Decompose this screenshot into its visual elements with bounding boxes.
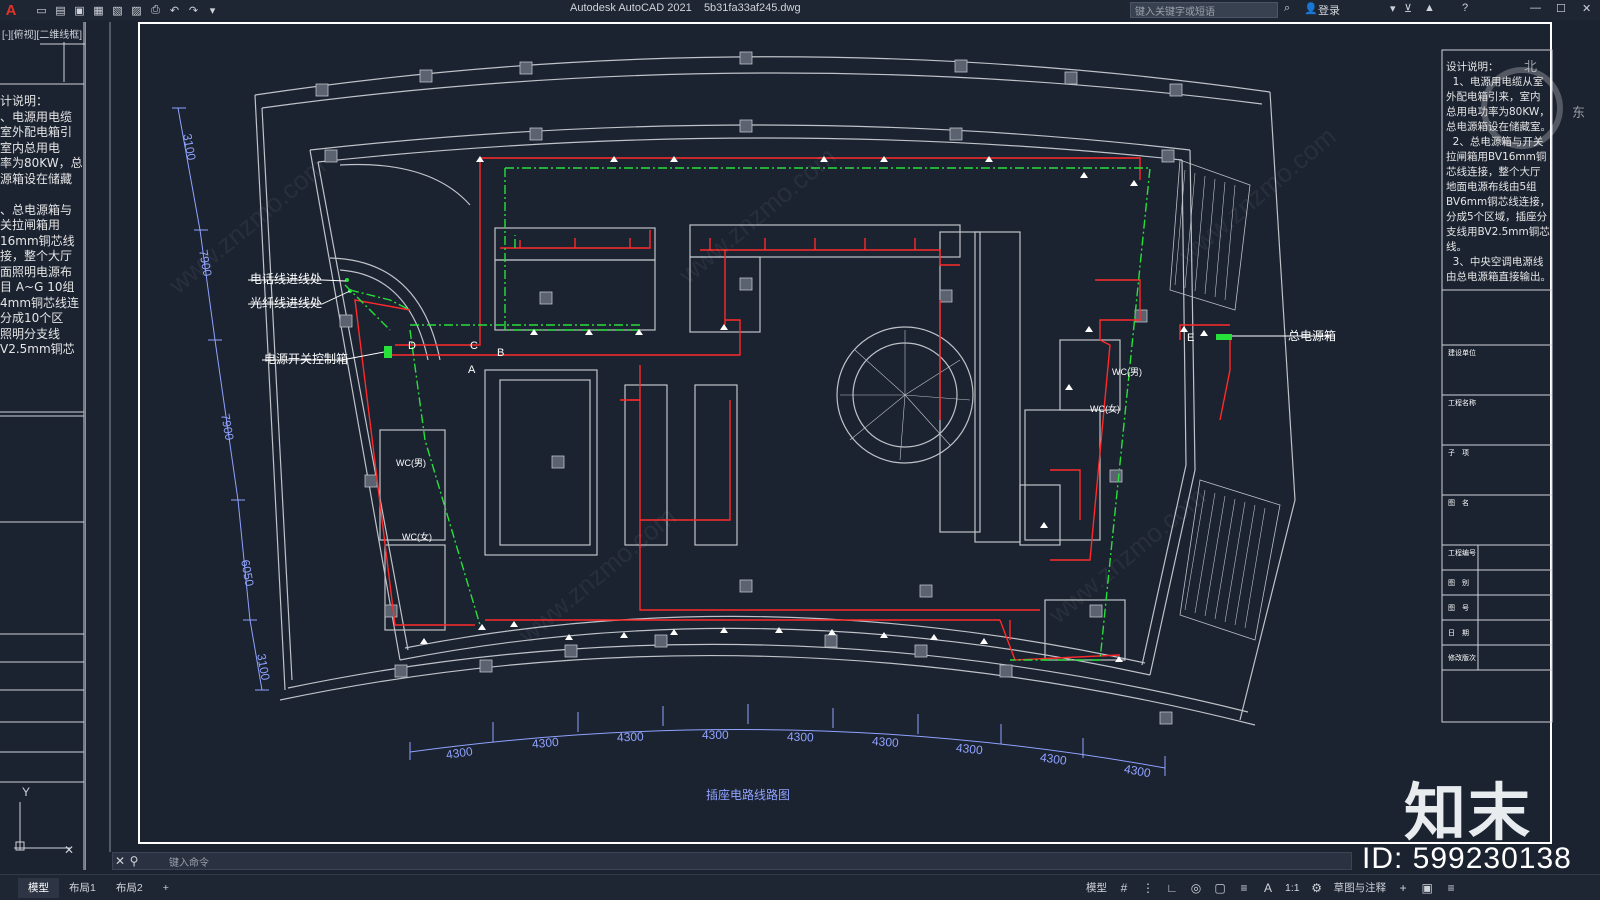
tab-model[interactable]: 模型 [18,877,59,898]
wc-label: WC(男) [396,458,426,468]
wc-label: WC(女) [402,532,432,542]
add-layout-button[interactable]: + [153,878,179,898]
snap-icon[interactable]: ⋮ [1141,881,1155,895]
status-tools: 模型 # ⋮ ∟ ◎ ▢ ≡ A 1:1 ⚙ 草图与注释 + ▣ ≡ [1086,880,1458,895]
command-line[interactable]: ✕ ⚲ 键入命令 [112,852,1352,870]
point-c-label: C [470,340,478,352]
lineweight-icon[interactable]: ≡ [1237,881,1251,895]
customize-icon[interactable]: ⚲ [127,854,141,868]
dim-label: 4300 [955,740,984,758]
titleblock-row: 图 别 [1448,580,1469,587]
fullscreen-icon[interactable]: ▣ [1420,881,1434,895]
polar-icon[interactable]: ◎ [1189,881,1203,895]
osnap-icon[interactable]: ▢ [1213,881,1227,895]
gear-icon[interactable]: ⚙ [1310,881,1324,895]
compass-east-label: 东 [1572,105,1586,120]
design-notes: 设计说明： 1、电源用电缆从室 外配电箱引来，室内 总用电功率为80KW， 总电… [1446,61,1551,283]
command-input[interactable]: 键入命令 [169,854,209,869]
plus-icon[interactable]: + [1396,881,1410,895]
titleblock-row: 工程编号 [1448,550,1476,557]
titleblock-row: 修改版次 [1448,655,1476,662]
ortho-icon[interactable]: ∟ [1165,881,1179,895]
main-power-box-label: 总电源箱 [1288,329,1337,343]
titleblock-row: 日 期 [1448,630,1469,637]
wc-label: WC(男) [1112,367,1142,377]
tab-layout1[interactable]: 布局1 [59,878,106,898]
titleblock-row: 子 项 [1448,450,1469,457]
menu-icon[interactable]: ≡ [1444,881,1458,895]
compass-north-label: 北 [1524,59,1538,74]
wc-label: WC(女) [1090,404,1120,414]
point-e-label: E [1187,332,1195,344]
dim-label: 4300 [616,729,644,745]
model-space-button[interactable]: 模型 [1086,880,1107,895]
phone-line-label: 电话线进线处 [250,272,323,286]
annotation-scale[interactable]: 1:1 [1285,882,1300,894]
drawing-title: 插座电路线路图 [706,788,791,802]
point-b-label: B [497,347,505,359]
tab-layout2[interactable]: 布局2 [106,878,153,898]
brand-logo: 知末 [1404,776,1533,849]
dim-label: 4300 [702,728,729,742]
dim-label: 4300 [786,729,814,745]
close-command-icon[interactable]: ✕ [113,854,127,868]
dim-label: 4300 [871,734,900,750]
fiber-line-label: 光纤线进线处 [250,296,323,310]
annotation-icon[interactable]: A [1261,881,1275,895]
titleblock-row: 图 号 [1448,605,1469,612]
grid-icon[interactable]: # [1117,881,1131,895]
point-d-label: D [408,340,416,352]
id-tag: ID: 599230138 [1362,842,1572,875]
workspace-switch[interactable]: 草图与注释 [1334,880,1387,895]
point-a-label: A [468,364,476,376]
floor-plan-drawing[interactable] [0,0,1600,900]
dim-label: 4300 [531,734,560,752]
titleblock-row: 图 名 [1448,500,1469,507]
titleblock-row: 建设单位 [1448,350,1476,357]
switch-box-label: 电源开关控制箱 [264,352,349,366]
titleblock-row: 工程名称 [1448,400,1476,407]
